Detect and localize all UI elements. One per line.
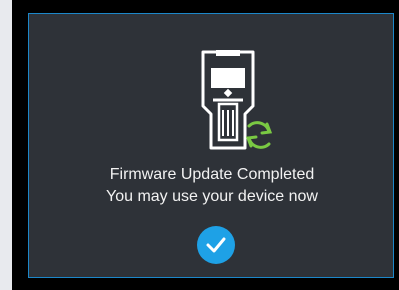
- status-subtitle: You may use your device now: [106, 188, 318, 205]
- device-frame: Firmware Update Completed You may use yo…: [12, 0, 399, 290]
- wall-scanner-device-icon: [201, 50, 273, 150]
- update-screen: Firmware Update Completed You may use yo…: [28, 13, 394, 278]
- left-background-strip: [0, 0, 12, 290]
- status-title: Firmware Update Completed: [109, 166, 315, 183]
- status-message: Firmware Update Completed You may use yo…: [29, 164, 395, 208]
- sync-arrows-icon: [245, 121, 273, 149]
- confirm-button[interactable]: [197, 226, 235, 264]
- device-illustration: [191, 44, 291, 164]
- checkmark-icon: [206, 237, 226, 253]
